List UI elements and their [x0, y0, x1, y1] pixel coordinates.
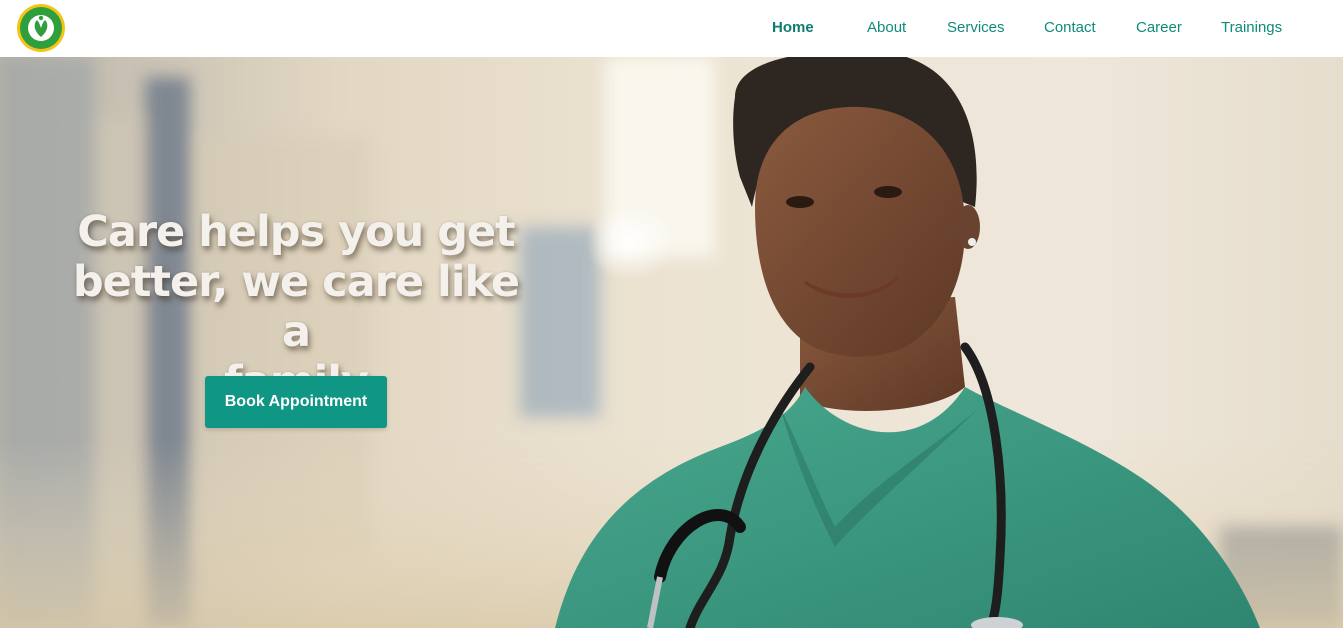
main-nav: Home About Services Contact Career Train…	[0, 0, 1343, 57]
headline-line-2: better, we care like a	[72, 257, 520, 357]
nav-home[interactable]: Home	[772, 19, 814, 37]
nav-trainings[interactable]: Trainings	[1221, 19, 1282, 37]
nav-about[interactable]: About	[867, 19, 906, 37]
nav-contact[interactable]: Contact	[1044, 19, 1096, 37]
site-header: Home About Services Contact Career Train…	[0, 0, 1343, 57]
headline-line-1: Care helps you get	[77, 207, 515, 257]
nav-career[interactable]: Career	[1136, 19, 1182, 37]
hero-section: Care helps you get better, we care like …	[0, 57, 1343, 628]
book-appointment-button[interactable]: Book Appointment	[205, 376, 387, 428]
nav-services[interactable]: Services	[947, 19, 1005, 37]
